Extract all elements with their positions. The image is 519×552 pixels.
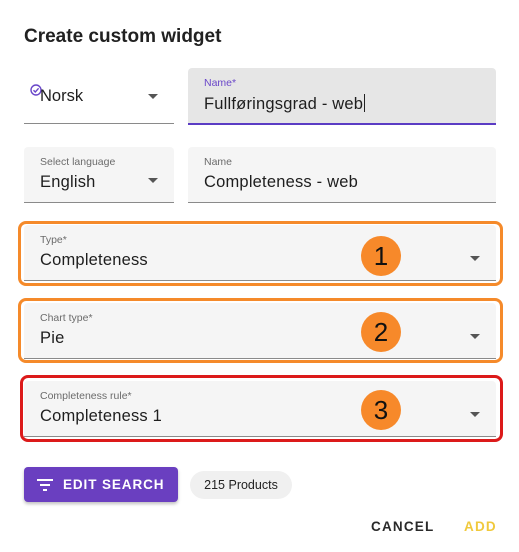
chevron-down-icon xyxy=(148,94,158,99)
primary-name-label: Name* xyxy=(204,77,237,89)
cancel-button[interactable]: CANCEL xyxy=(371,519,434,534)
secondary-name-field[interactable]: Name Completeness - web xyxy=(188,147,496,203)
primary-language-select[interactable]: Norsk xyxy=(24,68,174,124)
filter-list-icon xyxy=(37,478,53,491)
chevron-down-icon xyxy=(148,178,158,183)
highlight-box-1 xyxy=(18,221,503,286)
annotation-badge-1: 1 xyxy=(361,236,401,276)
highlight-box-3 xyxy=(20,375,503,442)
primary-language-value: Norsk xyxy=(40,87,84,105)
language-select-label: Select language xyxy=(40,156,116,168)
add-button[interactable]: ADD xyxy=(464,519,497,534)
annotation-badge-3: 3 xyxy=(361,390,401,430)
dialog-title: Create custom widget xyxy=(24,26,222,47)
edit-search-button[interactable]: EDIT SEARCH xyxy=(24,467,178,502)
primary-name-value: Fullføringsgrad - web xyxy=(204,94,366,113)
language-select[interactable]: Select language English xyxy=(24,147,174,203)
secondary-name-label: Name xyxy=(204,156,233,168)
secondary-name-value: Completeness - web xyxy=(204,173,359,191)
edit-search-label: EDIT SEARCH xyxy=(63,477,165,492)
language-select-value: English xyxy=(40,173,96,191)
highlight-box-2 xyxy=(18,298,503,363)
annotation-badge-2: 2 xyxy=(361,312,401,352)
primary-name-field[interactable]: Name* Fullføringsgrad - web xyxy=(188,68,496,125)
create-widget-dialog: Create custom widget Norsk Name* Fullfør… xyxy=(0,0,519,552)
product-count-chip: 215 Products xyxy=(190,471,292,499)
text-cursor xyxy=(364,94,366,112)
